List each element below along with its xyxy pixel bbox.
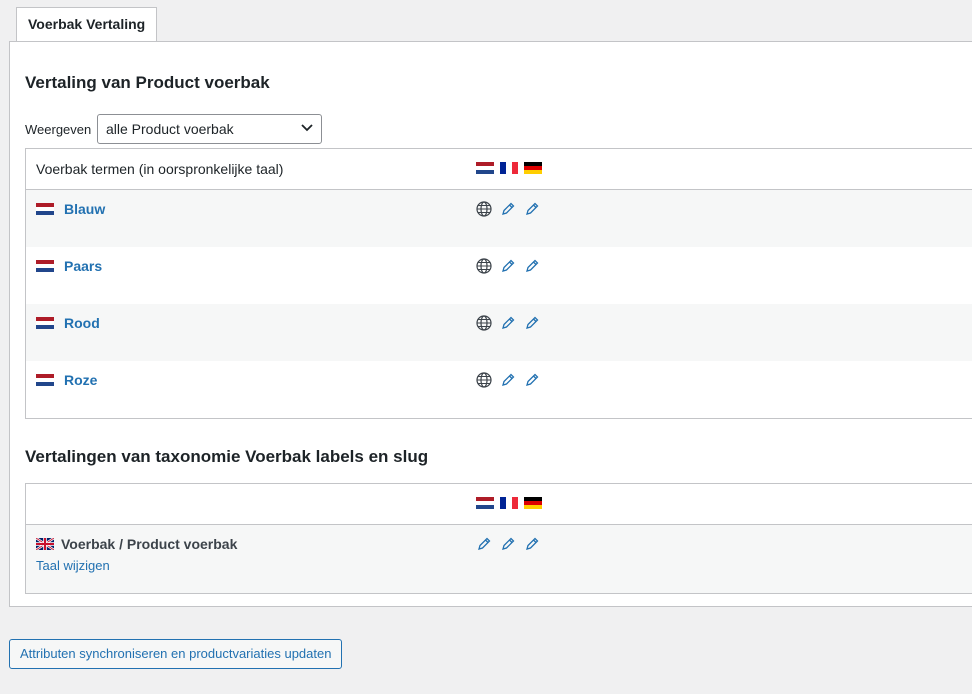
flag-nl-icon: [36, 203, 54, 215]
taxonomy-actions: [476, 536, 540, 552]
taxonomy-name: Voerbak / Product voerbak: [61, 536, 238, 552]
term-row: Roze: [26, 361, 972, 418]
term-actions: [476, 201, 540, 217]
flag-fr-icon: [500, 162, 518, 174]
taxonomy-table: Voerbak / Product voerbak Taal wijzigen: [25, 483, 972, 594]
translation-panel: Vertaling van Product voerbak Weergeven …: [9, 41, 972, 607]
pencil-icon[interactable]: [524, 201, 540, 217]
pencil-icon[interactable]: [500, 258, 516, 274]
globe-icon[interactable]: [476, 258, 492, 274]
flag-nl-icon: [36, 260, 54, 272]
terms-table-header: Voerbak termen (in oorspronkelijke taal): [26, 149, 972, 190]
term-link[interactable]: Rood: [64, 315, 100, 331]
filter-select[interactable]: alle Product voerbak: [97, 114, 322, 144]
chevron-down-icon: [301, 124, 313, 132]
term-row: Rood: [26, 304, 972, 361]
term-row: Paars: [26, 247, 972, 304]
taxonomy-table-header: [26, 484, 972, 525]
language-flags: [476, 497, 542, 509]
taxonomy-row: Voerbak / Product voerbak Taal wijzigen: [26, 525, 972, 593]
term-actions: [476, 372, 540, 388]
section-title-taxonomy: Vertalingen van taxonomie Voerbak labels…: [25, 447, 429, 466]
pencil-icon[interactable]: [500, 201, 516, 217]
section-title-terms: Vertaling van Product voerbak: [25, 73, 270, 92]
term-actions: [476, 315, 540, 331]
pencil-icon[interactable]: [476, 536, 492, 552]
globe-icon[interactable]: [476, 372, 492, 388]
change-language-link[interactable]: Taal wijzigen: [36, 558, 110, 573]
flag-fr-icon: [500, 497, 518, 509]
pencil-icon[interactable]: [524, 315, 540, 331]
pencil-icon[interactable]: [524, 536, 540, 552]
pencil-icon[interactable]: [500, 536, 516, 552]
pencil-icon[interactable]: [500, 315, 516, 331]
flag-nl-icon: [476, 497, 494, 509]
flag-de-icon: [524, 162, 542, 174]
term-link[interactable]: Paars: [64, 258, 102, 274]
language-flags: [476, 162, 542, 174]
terms-table: Voerbak termen (in oorspronkelijke taal)…: [25, 148, 972, 419]
term-row: Blauw: [26, 190, 972, 247]
tab-voerbak-vertaling[interactable]: Voerbak Vertaling: [16, 7, 158, 41]
flag-nl-icon: [36, 317, 54, 329]
flag-gb-icon: [36, 538, 54, 550]
pencil-icon[interactable]: [500, 372, 516, 388]
pencil-icon[interactable]: [524, 372, 540, 388]
globe-icon[interactable]: [476, 315, 492, 331]
term-actions: [476, 258, 540, 274]
flag-nl-icon: [36, 374, 54, 386]
globe-icon[interactable]: [476, 201, 492, 217]
column-header-terms: Voerbak termen (in oorspronkelijke taal): [36, 161, 284, 177]
sync-attributes-button[interactable]: Attributen synchroniseren en productvari…: [9, 639, 343, 669]
filter-label: Weergeven: [25, 122, 92, 137]
flag-nl-icon: [476, 162, 494, 174]
term-link[interactable]: Blauw: [64, 201, 105, 217]
pencil-icon[interactable]: [524, 258, 540, 274]
flag-de-icon: [524, 497, 542, 509]
filter-select-value: alle Product voerbak: [106, 121, 234, 137]
term-link[interactable]: Roze: [64, 372, 97, 388]
